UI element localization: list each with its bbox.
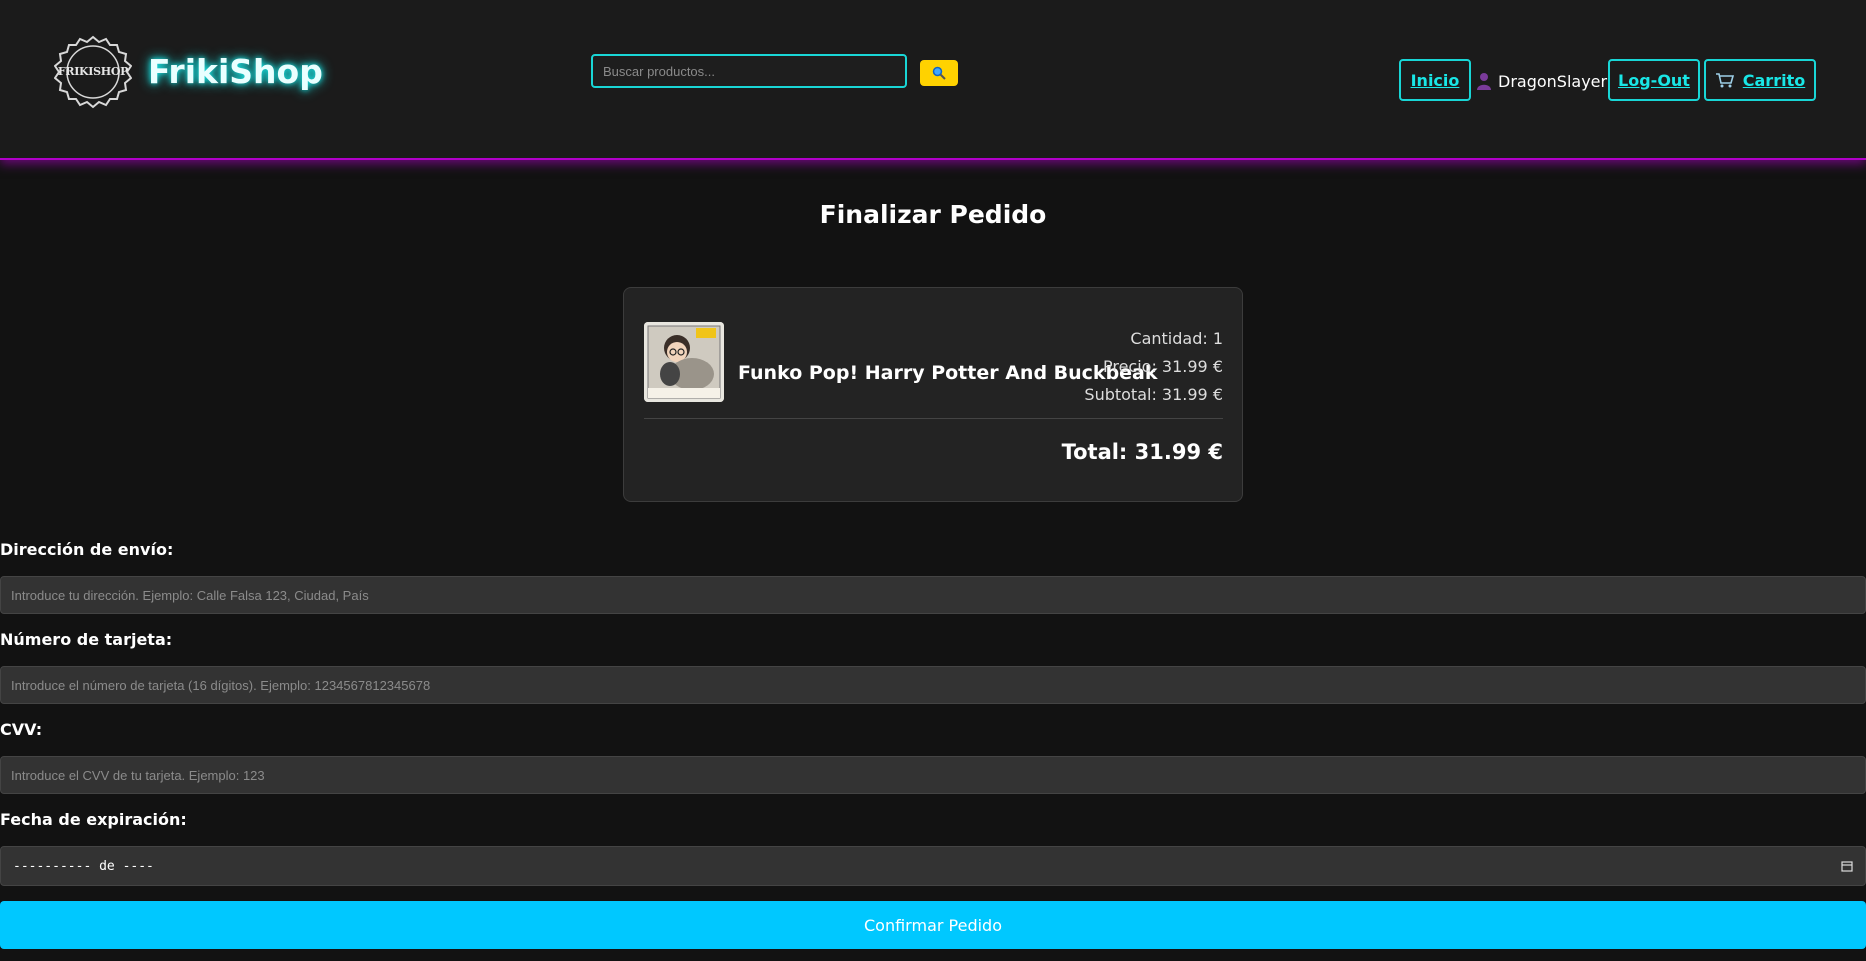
cvv-label: CVV: — [0, 720, 43, 739]
expiry-date-value: ---------- de ---- — [13, 858, 154, 874]
card-number-input[interactable] — [0, 666, 1866, 704]
cart-button[interactable]: Carrito — [1704, 59, 1816, 101]
product-quantity: Cantidad: 1 — [1130, 329, 1223, 348]
confirm-order-button[interactable]: Confirmar Pedido — [0, 901, 1866, 949]
card-number-label: Número de tarjeta: — [0, 630, 173, 649]
order-summary-card: Funko Pop! Harry Potter And Buckbeak Can… — [623, 287, 1243, 502]
expiry-label: Fecha de expiración: — [0, 810, 187, 829]
calendar-icon[interactable] — [1841, 860, 1853, 872]
product-details: Cantidad: 1 Precio: 31.99 € Subtotal: 31… — [1084, 325, 1223, 409]
summary-divider — [644, 418, 1223, 419]
address-label: Dirección de envío: — [0, 540, 174, 559]
page-title: Finalizar Pedido — [819, 200, 1047, 229]
brand-name[interactable]: FrikiShop — [148, 52, 323, 91]
product-price: Precio: 31.99 € — [1102, 357, 1223, 376]
product-image — [644, 322, 724, 402]
logout-button[interactable]: Log-Out — [1608, 59, 1700, 101]
order-total: Total: 31.99 € — [1061, 440, 1223, 464]
product-subtotal: Subtotal: 31.99 € — [1084, 385, 1223, 404]
site-header: FRIKISHOP FrikiShop Inicio DragonSlayer … — [0, 0, 1866, 160]
logo-badge[interactable]: FRIKISHOP — [53, 35, 133, 113]
username: DragonSlayer — [1498, 71, 1608, 91]
address-input[interactable] — [0, 576, 1866, 614]
cart-icon — [1715, 73, 1734, 88]
logo-text: FRIKISHOP — [57, 65, 129, 78]
cvv-input[interactable] — [0, 756, 1866, 794]
nav-home-button[interactable]: Inicio — [1399, 59, 1471, 101]
user-icon — [1477, 73, 1491, 90]
cart-label: Carrito — [1742, 70, 1806, 90]
expiry-date-input[interactable]: ---------- de ---- — [0, 846, 1866, 886]
magnifier-icon — [932, 66, 946, 80]
funko-box-image — [644, 322, 724, 402]
user-info: DragonSlayer — [1476, 70, 1607, 92]
search-input[interactable] — [591, 54, 907, 88]
search-button[interactable] — [920, 60, 958, 86]
